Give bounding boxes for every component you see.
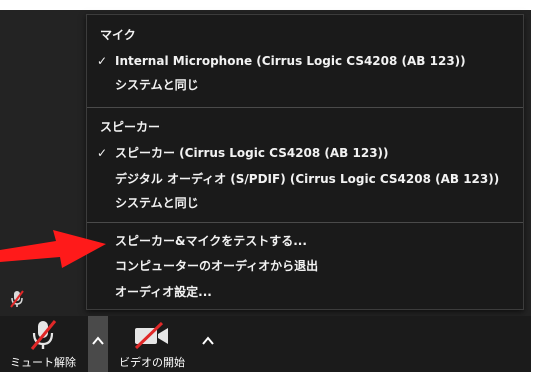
muted-mic-indicator-icon: [10, 290, 24, 308]
meeting-toolbar: ミュート解除 ビデオの開始: [0, 316, 531, 372]
chevron-up-icon: [202, 336, 214, 345]
microphone-muted-icon: [30, 320, 57, 350]
audio-options-caret-button[interactable]: [88, 316, 108, 372]
video-camera-off-icon: [134, 322, 168, 350]
start-video-button[interactable]: ビデオの開始: [110, 316, 194, 372]
annotation-arrow-icon: [0, 230, 106, 268]
audio-options-menu: マイク ✓ Internal Microphone (Cirrus Logic …: [86, 14, 524, 310]
menu-divider: [87, 107, 523, 108]
start-video-label: ビデオの開始: [119, 356, 185, 369]
window-top-edge: [0, 0, 539, 10]
window-right-edge: [531, 0, 539, 372]
unmute-label: ミュート解除: [10, 356, 76, 369]
check-icon: ✓: [97, 146, 108, 160]
unmute-button[interactable]: ミュート解除: [0, 316, 86, 372]
video-options-caret-button[interactable]: [198, 316, 218, 372]
check-icon: ✓: [97, 54, 108, 68]
chevron-up-icon: [92, 336, 104, 345]
menu-divider: [87, 222, 523, 223]
